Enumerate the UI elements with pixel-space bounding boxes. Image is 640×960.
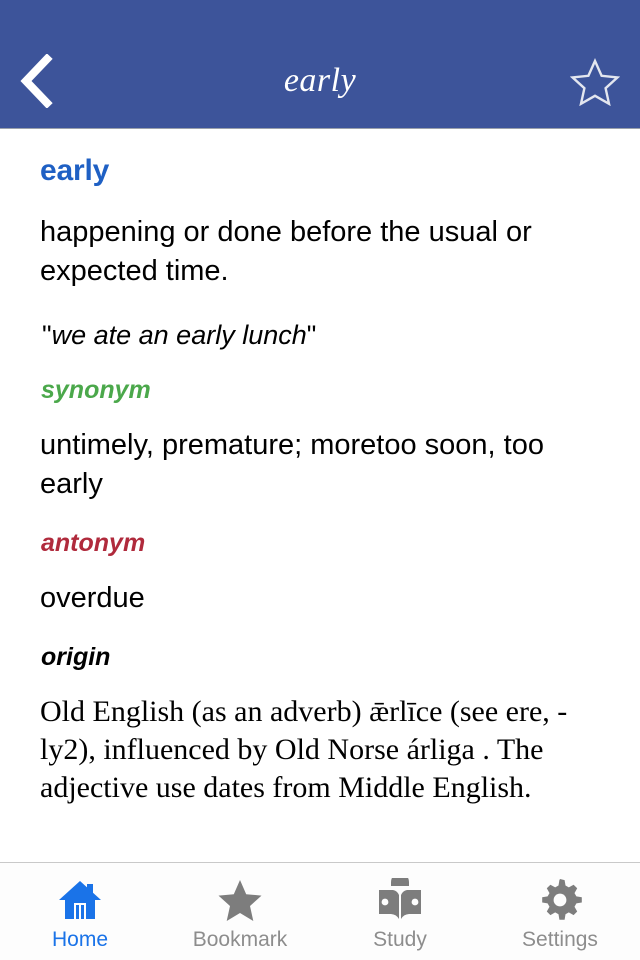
definition-scroll-area[interactable]: early happening or done before the usual… [0, 129, 640, 862]
home-icon [57, 878, 103, 922]
tab-study[interactable]: Study [320, 863, 480, 960]
dictionary-app: early early happening or done before the… [0, 0, 640, 960]
gear-icon [537, 878, 583, 922]
example-open-quote: " [42, 320, 52, 350]
origin-label: origin [41, 643, 111, 671]
bottom-tab-bar: Home Bookmark Study Settings [0, 862, 640, 960]
definition-text: happening or done before the usual or ex… [40, 216, 532, 287]
tab-home-label: Home [51, 927, 109, 951]
app-header: early [0, 0, 640, 129]
star-filled-icon [217, 878, 263, 922]
tab-study-label: Study [373, 927, 427, 951]
tab-bookmark[interactable]: Bookmark [160, 863, 320, 960]
antonym-label: antonym [41, 529, 146, 557]
dictionary-entry: early happening or done before the usual… [0, 129, 640, 817]
headword: early [40, 154, 110, 187]
page-title: early [283, 62, 357, 99]
example-text: we ate an early lunch [51, 320, 307, 350]
tab-bookmark-label: Bookmark [192, 927, 288, 951]
star-outline-icon [570, 58, 620, 106]
synonym-list: untimely, premature; moretoo soon, too e… [40, 429, 544, 500]
favorite-button[interactable] [564, 52, 626, 112]
example-sentence: "we ate an early lunch" [42, 317, 600, 353]
origin-text: Old English (as an adverb) ǣrlīce (see e… [40, 695, 568, 804]
synonym-label: synonym [41, 376, 151, 404]
tab-settings[interactable]: Settings [480, 863, 640, 960]
example-close-quote: " [306, 320, 317, 350]
tab-home[interactable]: Home [0, 863, 160, 960]
tab-settings-label: Settings [522, 927, 598, 951]
person-reading-book-icon [377, 877, 423, 922]
antonym-list: overdue [40, 582, 145, 614]
